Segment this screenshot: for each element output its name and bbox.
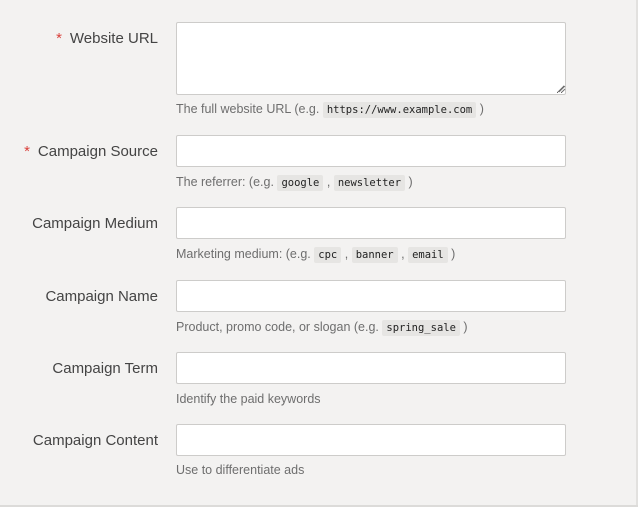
website-url-label: * Website URL bbox=[56, 30, 158, 47]
website-url-help: The full website URL (e.g. https://www.e… bbox=[176, 102, 484, 118]
campaign-term-label: Campaign Term bbox=[52, 360, 158, 377]
example-code: newsletter bbox=[333, 175, 406, 191]
example-code: spring_sale bbox=[382, 320, 460, 336]
website-url-field[interactable] bbox=[176, 22, 566, 95]
campaign-term-field[interactable] bbox=[176, 352, 566, 384]
campaign-name-help: Product, promo code, or slogan (e.g. spr… bbox=[176, 320, 468, 336]
required-marker: * bbox=[24, 143, 30, 160]
example-code: email bbox=[408, 247, 448, 263]
campaign-content-field[interactable] bbox=[176, 424, 566, 456]
required-marker: * bbox=[56, 30, 62, 47]
campaign-medium-label: Campaign Medium bbox=[32, 215, 158, 232]
campaign-source-label: * Campaign Source bbox=[24, 143, 158, 160]
example-code: https://www.example.com bbox=[322, 102, 477, 118]
campaign-content-label: Campaign Content bbox=[32, 432, 158, 449]
example-code: google bbox=[277, 175, 324, 191]
campaign-source-help: The referrer: (e.g. google , newsletter … bbox=[176, 175, 413, 191]
campaign-name-field[interactable] bbox=[176, 280, 566, 312]
campaign-medium-field[interactable] bbox=[176, 207, 566, 239]
example-code: banner bbox=[351, 247, 398, 263]
campaign-term-help: Identify the paid keywords bbox=[176, 392, 321, 406]
campaign-source-field[interactable] bbox=[176, 135, 566, 167]
campaign-content-help: Use to differentiate ads bbox=[176, 463, 305, 477]
campaign-medium-help: Marketing medium: (e.g. cpc , banner , e… bbox=[176, 247, 456, 263]
campaign-name-label: Campaign Name bbox=[45, 288, 158, 305]
example-code: cpc bbox=[314, 247, 342, 263]
